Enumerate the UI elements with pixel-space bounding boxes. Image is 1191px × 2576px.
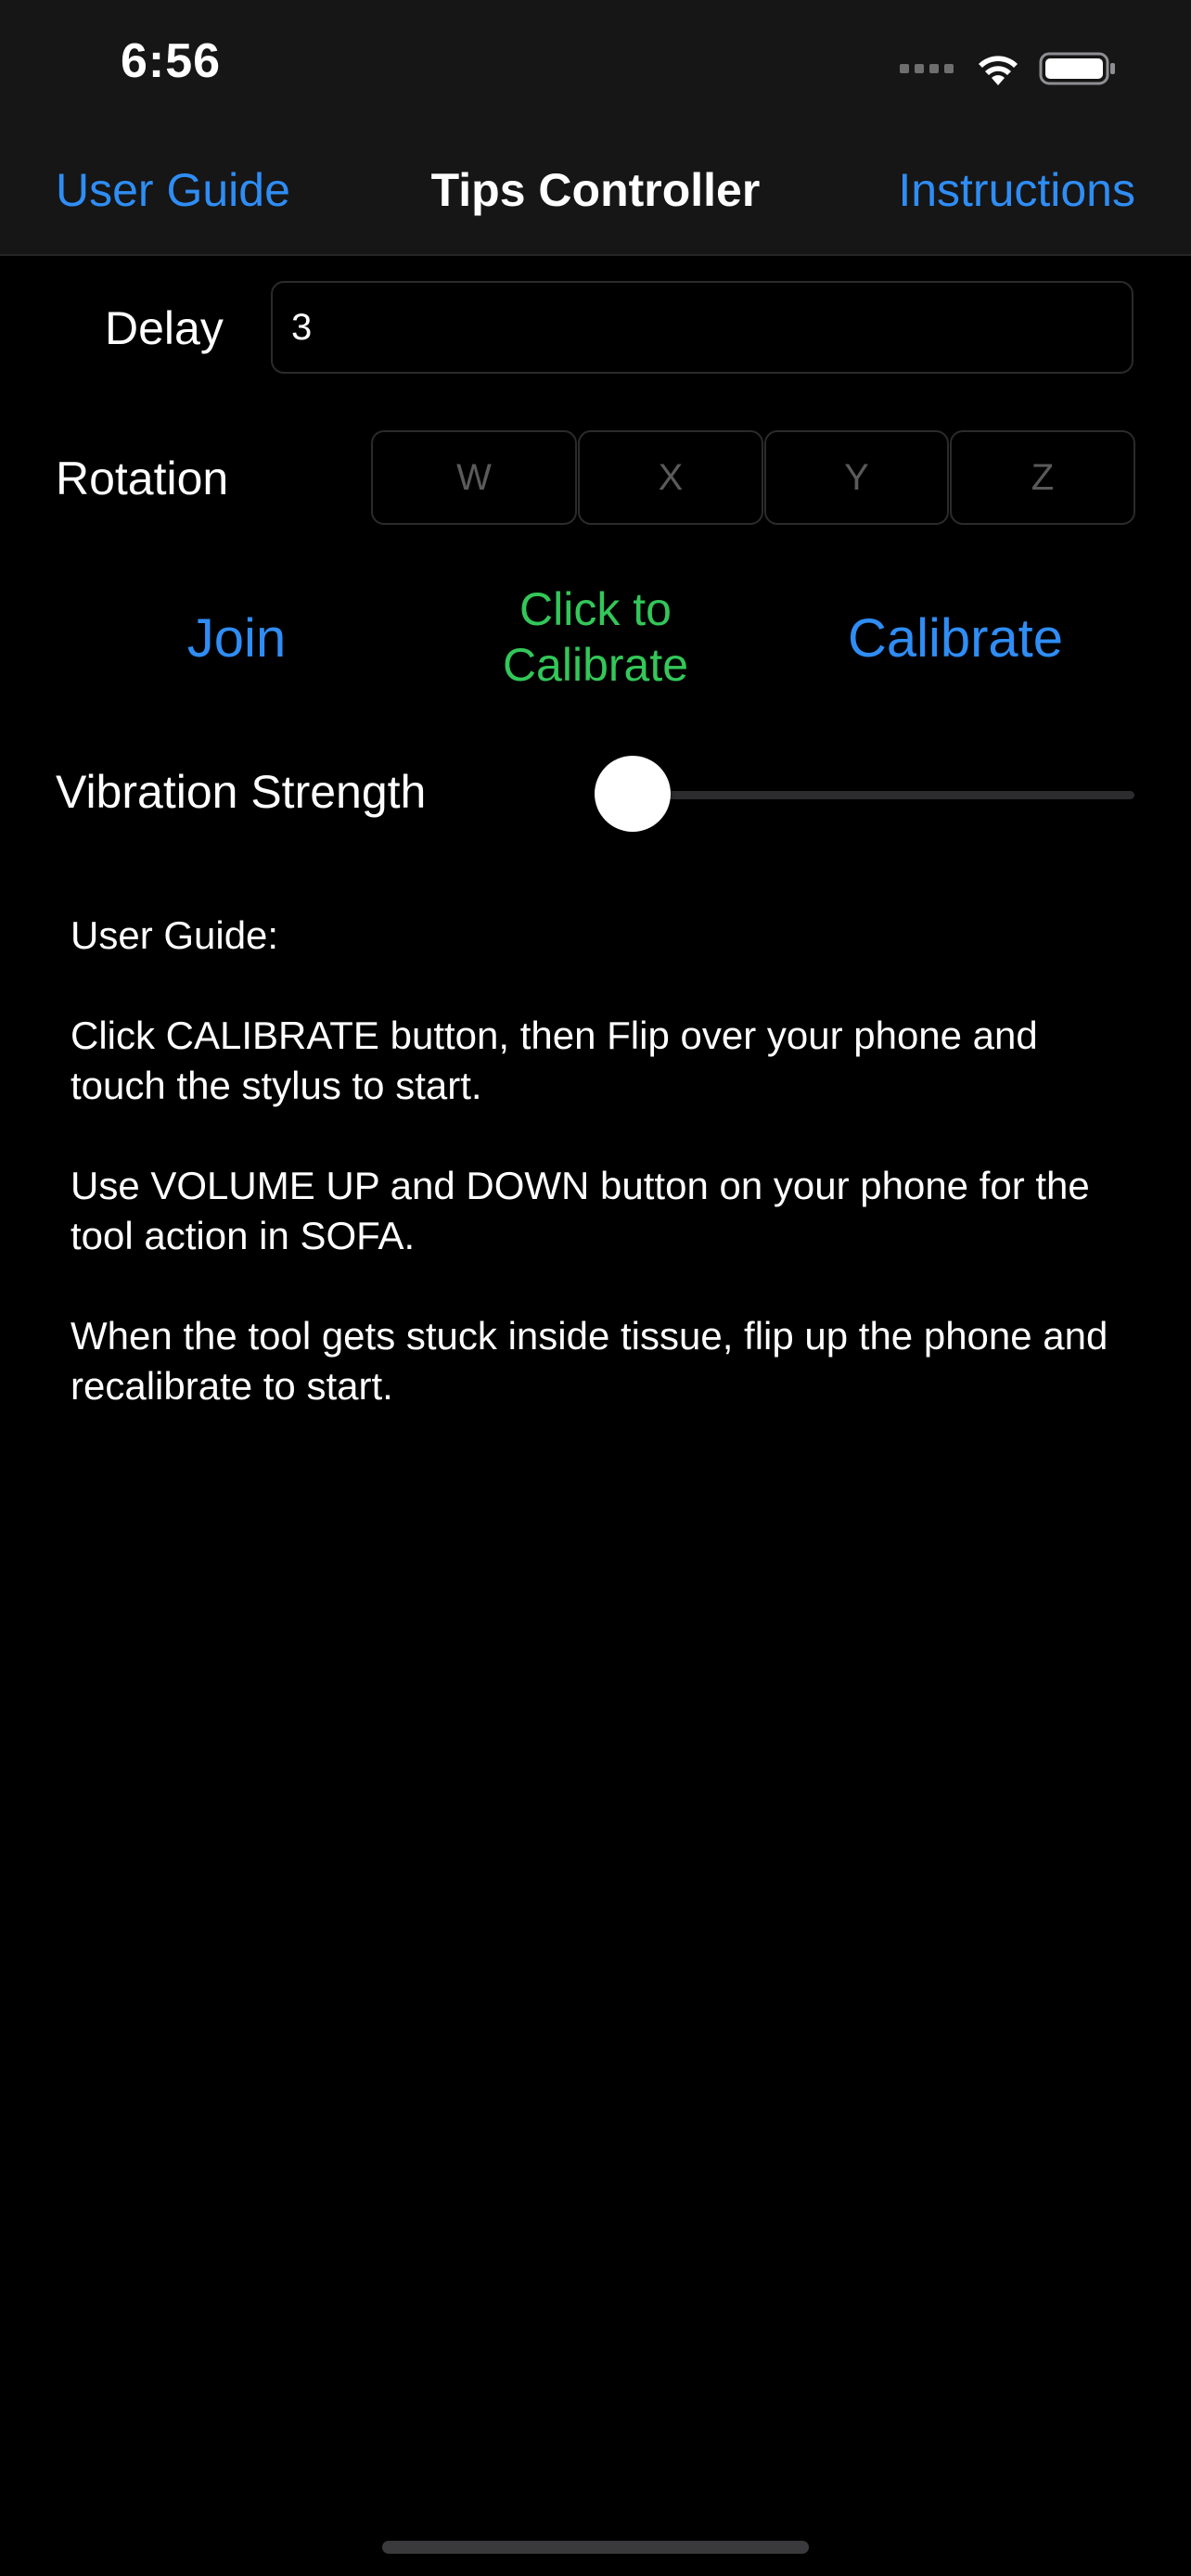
delay-label: Delay	[105, 302, 224, 354]
vibration-strength-label: Vibration Strength	[56, 766, 427, 818]
vibration-strength-slider[interactable]	[631, 791, 1134, 799]
top-bar: 6:56 User Guide Tips Controller Instruct…	[0, 0, 1191, 256]
vibration-slider-thumb[interactable]	[595, 756, 671, 832]
instructions-button[interactable]: Instructions	[898, 163, 1135, 217]
join-button[interactable]: Join	[130, 607, 343, 670]
guide-paragraph: Use VOLUME UP and DOWN button on your ph…	[70, 1164, 1090, 1257]
wifi-icon	[979, 56, 1018, 85]
rotation-x-field[interactable]	[578, 430, 763, 525]
rotation-w-field[interactable]	[371, 430, 577, 525]
cellular-signal-icon	[900, 64, 954, 73]
rotation-label: Rotation	[56, 453, 229, 504]
page-title: Tips Controller	[430, 164, 761, 216]
user-guide-button[interactable]: User Guide	[56, 163, 290, 217]
status-icons	[900, 46, 1117, 91]
home-indicator[interactable]	[382, 2541, 809, 2554]
guide-heading: User Guide:	[70, 913, 279, 957]
guide-paragraph: When the tool gets stuck inside tissue, …	[70, 1314, 1108, 1408]
calibrate-button[interactable]: Calibrate	[816, 607, 1095, 670]
guide-paragraph: Click CALIBRATE button, then Flip over y…	[70, 1014, 1038, 1107]
delay-input[interactable]	[271, 281, 1133, 374]
rotation-z-field[interactable]	[950, 430, 1135, 525]
calibration-status-text: Click to Calibrate	[502, 583, 689, 691]
status-time: 6:56	[121, 34, 222, 88]
rotation-y-field[interactable]	[764, 430, 949, 525]
battery-icon	[1039, 52, 1115, 85]
user-guide-text: User Guide: Click CALIBRATE button, then…	[70, 911, 1137, 1461]
